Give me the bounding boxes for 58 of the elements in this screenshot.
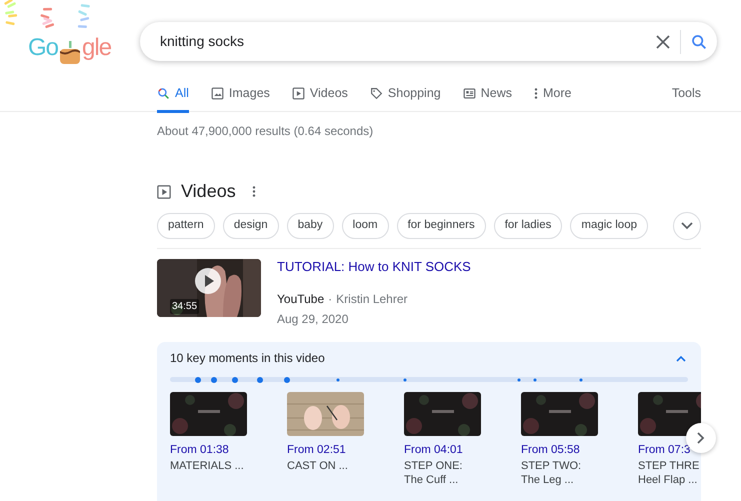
moment-label: STEP ONE: The Cuff ... xyxy=(404,460,464,488)
filter-chip[interactable]: design xyxy=(222,212,279,239)
video-title-link[interactable]: TUTORIAL: How to KNIT SOCKS xyxy=(277,258,471,274)
filter-chip[interactable]: for ladies xyxy=(494,212,562,239)
chevron-down-button[interactable] xyxy=(673,212,701,240)
image-icon xyxy=(210,86,224,100)
timeline-marker[interactable] xyxy=(284,376,290,383)
newspaper-icon xyxy=(462,86,476,100)
video-author: Kristin Lehrer xyxy=(336,292,408,306)
nav-tab[interactable]: All xyxy=(157,76,189,113)
moment-time-link[interactable]: From 02:51 xyxy=(287,444,364,458)
chevron-right-icon xyxy=(697,432,705,444)
timeline-marker[interactable] xyxy=(257,376,264,383)
video-icon xyxy=(157,184,171,199)
key-moments-title: 10 key moments in this video xyxy=(170,350,325,368)
moment-label: STEP THRE Heel Flap ... xyxy=(638,460,700,488)
timeline-marker[interactable] xyxy=(534,378,537,382)
chevron-down-icon xyxy=(681,222,693,230)
nav-tab[interactable]: Images xyxy=(210,76,270,113)
timeline-marker[interactable] xyxy=(579,378,582,382)
moment-time-link[interactable]: From 07:3 xyxy=(638,444,701,458)
timeline-marker[interactable] xyxy=(518,378,521,382)
video-source: YouTube xyxy=(277,292,324,306)
moment-time-link[interactable]: From 04:01 xyxy=(404,444,481,458)
more-icon xyxy=(534,86,538,100)
clear-icon[interactable] xyxy=(656,34,670,48)
nav-tab[interactable]: Videos xyxy=(292,76,348,113)
moment-label: STEP TWO: The Leg ... xyxy=(521,460,582,488)
timeline-marker[interactable] xyxy=(232,376,238,383)
play-icon[interactable] xyxy=(195,268,221,294)
section-title: Videos xyxy=(181,182,236,202)
timeline-marker[interactable] xyxy=(404,378,407,382)
nav-tab[interactable]: News xyxy=(462,76,512,113)
search-icon[interactable] xyxy=(691,34,707,50)
search-icon xyxy=(157,86,170,100)
nav-tab[interactable]: Shopping xyxy=(370,76,441,113)
timeline-marker[interactable] xyxy=(194,376,201,383)
timeline-marker[interactable] xyxy=(211,376,218,383)
moment-time-link[interactable]: From 05:58 xyxy=(521,444,598,458)
filter-chip[interactable]: loom xyxy=(342,212,389,239)
video-date: Aug 29, 2020 xyxy=(277,311,350,328)
search-field[interactable]: knitting socks xyxy=(158,30,656,53)
filter-chip[interactable]: magic loop xyxy=(570,212,648,239)
result-stats: About 47,900,000 results (0.64 seconds) xyxy=(157,123,374,140)
tools-tab[interactable]: Tools xyxy=(672,76,701,113)
play-icon xyxy=(292,86,305,100)
moment-label: MATERIALS ... xyxy=(170,460,245,474)
video-duration: 34:55 xyxy=(170,298,200,314)
chevron-up-icon[interactable] xyxy=(676,354,686,362)
moment-time-link[interactable]: From 01:38 xyxy=(170,444,247,458)
timeline-marker[interactable] xyxy=(336,378,340,382)
filter-chip[interactable]: pattern xyxy=(157,212,215,239)
filter-chip[interactable]: for beginners xyxy=(396,212,486,239)
filter-chip[interactable]: baby xyxy=(286,212,334,239)
tag-icon xyxy=(370,86,383,100)
separator: · xyxy=(328,292,332,306)
nav-tab[interactable]: More xyxy=(534,76,572,113)
moment-label: CAST ON ... xyxy=(287,460,349,474)
